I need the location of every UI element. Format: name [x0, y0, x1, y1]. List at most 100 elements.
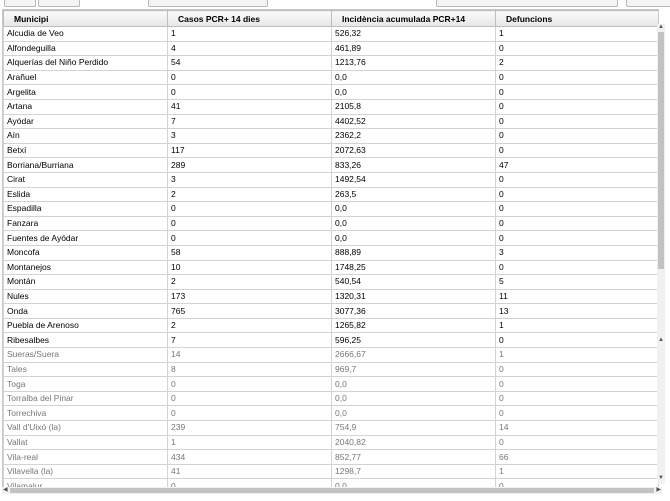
cell-casos: 58	[167, 244, 332, 261]
cell-municipi: Ribesalbes	[3, 332, 168, 349]
table-row[interactable]: Betxí 117 2072,63 0	[3, 142, 658, 159]
table-row[interactable]: Montanejos 10 1748,25 0	[3, 259, 658, 276]
cell-incidencia: 2105,8	[331, 98, 496, 115]
table-row[interactable]: Torralba del Pinar 0 0,0 0	[3, 390, 658, 407]
cell-municipi: Alfondeguilla	[3, 40, 168, 57]
table-row[interactable]: Artana 41 2105,8 0	[3, 98, 658, 115]
table-row[interactable]: Puebla de Arenoso 2 1265,82 1	[3, 317, 658, 334]
table-row[interactable]: Alcudia de Veo 1 526,32 1	[3, 26, 658, 42]
cell-municipi: Eslida	[3, 186, 168, 203]
vertical-scroll-thumb[interactable]	[658, 32, 664, 269]
cell-incidencia: 2040,82	[331, 434, 496, 451]
cell-casos: 289	[167, 157, 332, 173]
table-row[interactable]: Tales 8 969,7 0	[3, 361, 658, 378]
cell-municipi: Sueras/Suera	[3, 347, 168, 363]
cell-casos: 0	[167, 84, 332, 100]
table-row[interactable]: Eslida 2 263,5 0	[3, 186, 658, 203]
column-header-incidencia[interactable]: Incidència acumulada PCR+14	[331, 10, 496, 27]
table-row[interactable]: Onda 765 3077,36 13	[3, 303, 658, 319]
table-row[interactable]: Montán 2 540,54 5	[3, 274, 658, 290]
table-row[interactable]: Alquerías del Niño Perdido 54 1213,76 2	[3, 55, 658, 71]
cell-incidencia: 526,32	[331, 26, 496, 42]
table-row[interactable]: Nules 173 1320,31 11	[3, 288, 658, 305]
cell-incidencia: 969,7	[331, 361, 496, 378]
cell-casos: 0	[167, 390, 332, 407]
cell-casos: 0	[167, 376, 332, 392]
toolbar-control[interactable]	[436, 0, 618, 7]
table-row[interactable]: Vilavella (la) 41 1298,7 1	[3, 463, 658, 480]
horizontal-scrollbar[interactable]: ◀ ▶	[2, 487, 662, 494]
table-row[interactable]: Toga 0 0,0 0	[3, 376, 658, 392]
cell-casos: 41	[167, 463, 332, 480]
scroll-down-arrow-icon[interactable]: ▼	[658, 475, 664, 481]
cell-incidencia: 0,0	[331, 390, 496, 407]
toolbar-control[interactable]	[148, 0, 268, 7]
toolbar-control[interactable]	[4, 0, 36, 7]
table-row[interactable]: Aín 3 2362,2 0	[3, 128, 658, 144]
cell-municipi: Puebla de Arenoso	[3, 317, 168, 334]
cell-casos: 434	[167, 449, 332, 465]
cell-incidencia: 0,0	[331, 215, 496, 232]
cell-municipi: Alcudia de Veo	[3, 26, 168, 42]
table-row[interactable]: Borriana/Burriana 289 833,26 47	[3, 157, 658, 173]
cell-municipi: Argelita	[3, 84, 168, 100]
cell-defuncions: 0	[495, 84, 658, 100]
table-row[interactable]: Alfondeguilla 4 461,89 0	[3, 40, 658, 57]
cell-municipi: Ayódar	[3, 113, 168, 130]
cell-incidencia: 461,89	[331, 40, 496, 57]
cell-municipi: Alquerías del Niño Perdido	[3, 55, 168, 71]
cell-incidencia: 0,0	[331, 376, 496, 392]
data-grid: Municipi Casos PCR+ 14 dies Incidència a…	[2, 9, 659, 490]
scroll-right-arrow-icon[interactable]: ▶	[656, 487, 661, 494]
cell-defuncions: 0	[495, 171, 658, 188]
table-row[interactable]: Ayódar 7 4402,52 0	[3, 113, 658, 130]
cell-municipi: Vall d'Uixó (la)	[3, 420, 168, 436]
table-row[interactable]: Fuentes de Ayódar 0 0,0 0	[3, 230, 658, 246]
cell-casos: 173	[167, 288, 332, 305]
scroll-left-arrow-icon[interactable]: ◀	[3, 487, 8, 494]
cell-municipi: Nules	[3, 288, 168, 305]
cell-defuncions: 0	[495, 390, 658, 407]
cell-municipi: Tales	[3, 361, 168, 378]
table-row[interactable]: Moncofa 58 888,89 3	[3, 244, 658, 261]
table-row[interactable]: Espadilla 0 0,0 0	[3, 201, 658, 217]
toolbar-control[interactable]	[38, 0, 80, 7]
cell-municipi: Espadilla	[3, 201, 168, 217]
column-header-municipi[interactable]: Municipi	[3, 10, 168, 27]
cell-casos: 239	[167, 420, 332, 436]
cell-defuncions: 0	[495, 259, 658, 276]
column-header-defuncions[interactable]: Defuncions	[495, 10, 658, 27]
cell-incidencia: 2362,2	[331, 128, 496, 144]
municipalities-table: Municipi Casos PCR+ 14 dies Incidència a…	[3, 10, 658, 489]
scroll-up-arrow-icon[interactable]: ▲	[658, 24, 664, 30]
table-row[interactable]: Vall d'Uixó (la) 239 754,9 14	[3, 420, 658, 436]
scroll-up-arrow-icon[interactable]: ▲	[658, 337, 664, 343]
cell-defuncions: 0	[495, 128, 658, 144]
table-row[interactable]: Sueras/Suera 14 2666,67 1	[3, 347, 658, 363]
cell-casos: 7	[167, 113, 332, 130]
cell-casos: 765	[167, 303, 332, 319]
toolbar-control[interactable]	[626, 0, 670, 7]
cell-incidencia: 596,25	[331, 332, 496, 349]
cell-defuncions: 0	[495, 69, 658, 86]
cell-casos: 8	[167, 361, 332, 378]
vertical-scrollbar[interactable]: ▲ ▲ ▼	[657, 24, 665, 484]
cell-defuncions: 0	[495, 332, 658, 349]
column-header-casos[interactable]: Casos PCR+ 14 dies	[167, 10, 332, 27]
table-row[interactable]: Argelita 0 0,0 0	[3, 84, 658, 100]
table-row[interactable]: Fanzara 0 0,0 0	[3, 215, 658, 232]
table-row[interactable]: Cirat 3 1492,54 0	[3, 171, 658, 188]
table-row[interactable]: Ribesalbes 7 596,25 0	[3, 332, 658, 349]
table-row[interactable]: Torrechiva 0 0,0 0	[3, 405, 658, 422]
cell-defuncions: 0	[495, 113, 658, 130]
horizontal-scroll-thumb[interactable]	[10, 488, 654, 493]
cell-casos: 41	[167, 98, 332, 115]
table-row[interactable]: Vila-real 434 852,77 66	[3, 449, 658, 465]
cell-incidencia: 852,77	[331, 449, 496, 465]
cell-casos: 54	[167, 55, 332, 71]
cell-municipi: Vila-real	[3, 449, 168, 465]
table-row[interactable]: Arañuel 0 0,0 0	[3, 69, 658, 86]
cell-incidencia: 0,0	[331, 230, 496, 246]
table-row[interactable]: Vallat 1 2040,82 0	[3, 434, 658, 451]
cell-casos: 2	[167, 274, 332, 290]
